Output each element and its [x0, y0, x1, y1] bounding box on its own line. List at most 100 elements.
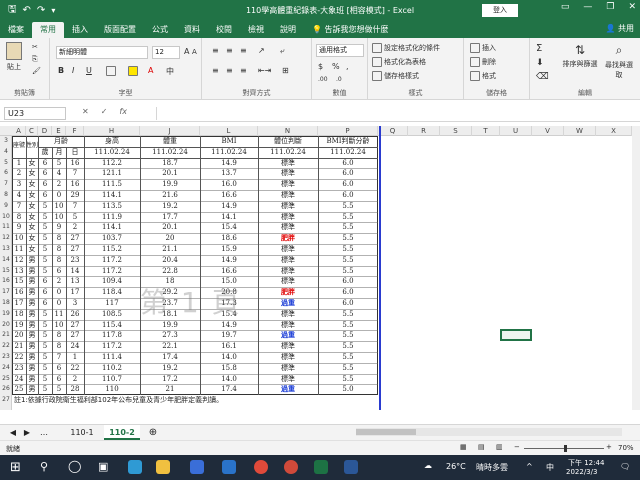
- merge-center-icon[interactable]: ⊞: [282, 66, 289, 75]
- tab-data[interactable]: 資料: [176, 22, 208, 38]
- copy-icon[interactable]: ⎘: [32, 55, 38, 64]
- prev-sheet-icon[interactable]: ◀: [8, 425, 18, 440]
- clear-icon[interactable]: ⌫: [536, 72, 549, 82]
- sheet-tab-110-1[interactable]: 110-1: [62, 425, 102, 440]
- decrease-font-icon[interactable]: A: [192, 48, 197, 56]
- align-center-icon[interactable]: ≡: [226, 66, 233, 75]
- comma-icon[interactable]: ,: [346, 62, 349, 71]
- increase-font-icon[interactable]: A: [184, 47, 189, 56]
- page-layout-icon[interactable]: ▤: [478, 443, 485, 451]
- row-header[interactable]: 18: [0, 298, 12, 309]
- clock-time[interactable]: 下午 12:44: [568, 458, 604, 468]
- row-header[interactable]: 6: [0, 168, 12, 179]
- row-header[interactable]: 22: [0, 341, 12, 352]
- task-view-icon[interactable]: ◯: [68, 459, 81, 473]
- column-header-u[interactable]: U: [500, 126, 532, 136]
- autosum-icon[interactable]: Σ: [536, 43, 542, 54]
- edge-icon[interactable]: [128, 460, 142, 474]
- align-middle-icon[interactable]: ≡: [226, 46, 233, 55]
- confirm-icon[interactable]: ✓: [101, 107, 108, 116]
- align-left-icon[interactable]: ≡: [212, 66, 219, 75]
- ribbon-display-icon[interactable]: ▭: [561, 2, 570, 12]
- tab-review[interactable]: 校閱: [208, 22, 240, 38]
- column-header-x[interactable]: X: [596, 126, 632, 136]
- phonetic-icon[interactable]: 中: [166, 66, 174, 77]
- save-icon[interactable]: 🖫: [8, 2, 17, 19]
- row-header[interactable]: 11: [0, 222, 12, 233]
- row-header[interactable]: 15: [0, 266, 12, 277]
- row-header[interactable]: 14: [0, 255, 12, 266]
- row-header[interactable]: 4: [0, 147, 12, 158]
- formula-input[interactable]: [156, 107, 636, 120]
- horizontal-scrollbar[interactable]: [356, 428, 622, 436]
- share-button[interactable]: 👤 共用: [605, 22, 634, 36]
- next-sheet-icon[interactable]: ▶: [22, 425, 32, 440]
- column-header-e[interactable]: E: [52, 126, 66, 136]
- column-header-v[interactable]: V: [532, 126, 564, 136]
- close-button[interactable]: ✕: [628, 2, 636, 12]
- sheet-tab-110-2[interactable]: 110-2: [104, 425, 140, 440]
- number-format-select[interactable]: 通用格式: [316, 44, 364, 57]
- row-header[interactable]: 23: [0, 352, 12, 363]
- row-header[interactable]: 19: [0, 309, 12, 320]
- column-header-s[interactable]: S: [440, 126, 472, 136]
- cell-styles-button[interactable]: 儲存格樣式: [372, 71, 419, 81]
- add-sheet-icon[interactable]: ⊕: [146, 425, 160, 440]
- row-header[interactable]: 21: [0, 330, 12, 341]
- widgets-icon[interactable]: ▣: [98, 460, 108, 473]
- restore-button[interactable]: ❐: [606, 2, 614, 12]
- zoom-level[interactable]: 70%: [618, 444, 634, 452]
- format-table-button[interactable]: 格式化為表格: [372, 57, 426, 67]
- align-bottom-icon[interactable]: ≡: [240, 46, 247, 55]
- zoom-in-icon[interactable]: +: [606, 443, 612, 451]
- delete-cells-button[interactable]: 刪除: [470, 57, 496, 67]
- sort-filter-button[interactable]: ⇅ 排序與篩選: [560, 43, 600, 69]
- vertical-scrollbar[interactable]: [632, 126, 640, 410]
- indent-icon[interactable]: ⇤⇥: [258, 66, 271, 75]
- tab-view[interactable]: 檢視: [240, 22, 272, 38]
- column-header-a[interactable]: A: [12, 126, 26, 136]
- column-header-h[interactable]: H: [84, 126, 140, 136]
- format-cells-button[interactable]: 格式: [470, 71, 496, 81]
- row-header[interactable]: 3: [0, 136, 12, 147]
- page-break-icon[interactable]: ▥: [496, 443, 503, 451]
- column-header-w[interactable]: W: [564, 126, 596, 136]
- column-header-j[interactable]: J: [140, 126, 200, 136]
- chrome-icon-2[interactable]: [284, 460, 298, 474]
- footnote[interactable]: 註1:依據行政院衛生福利部102年公布兒童及青少年肥胖定義判讀。: [12, 395, 372, 406]
- align-right-icon[interactable]: ≡: [240, 66, 247, 75]
- tab-home[interactable]: 常用: [32, 22, 64, 38]
- row-header[interactable]: 27: [0, 395, 12, 406]
- column-header-n[interactable]: N: [258, 126, 318, 136]
- tab-file[interactable]: 檔案: [0, 22, 32, 38]
- row-header[interactable]: 12: [0, 233, 12, 244]
- row-header[interactable]: 26: [0, 384, 12, 395]
- column-header-r[interactable]: R: [408, 126, 440, 136]
- tray-chevron-icon[interactable]: ^: [526, 462, 533, 471]
- paste-button[interactable]: 貼上: [6, 42, 22, 72]
- chrome-icon[interactable]: [254, 460, 268, 474]
- find-select-button[interactable]: ⌕ 尋找與選取: [602, 43, 636, 80]
- font-name-select[interactable]: 新細明體: [56, 46, 148, 59]
- decrease-decimal-icon[interactable]: .0: [336, 76, 342, 83]
- insert-cells-button[interactable]: 插入: [470, 43, 496, 53]
- column-header-l[interactable]: L: [200, 126, 258, 136]
- underline-button[interactable]: U: [86, 66, 92, 75]
- clock-date[interactable]: 2022/3/3: [566, 468, 597, 476]
- row-header[interactable]: 16: [0, 276, 12, 287]
- worksheet-grid[interactable]: ACDEFHJLNPQRSTUVWX 3 4 5 6 7 8 9 10 11 12 13 14 15 16…: [0, 126, 632, 410]
- tell-me-search[interactable]: 💡 告訴我您想做什麼: [308, 22, 393, 38]
- windows-start-icon[interactable]: ⊞: [10, 460, 21, 475]
- orientation-icon[interactable]: ↗: [258, 46, 265, 55]
- row-header[interactable]: 9: [0, 201, 12, 212]
- cancel-icon[interactable]: ✕: [82, 107, 89, 116]
- file-explorer-icon[interactable]: [156, 460, 170, 474]
- cut-icon[interactable]: ✂: [32, 43, 38, 51]
- more-sheets-icon[interactable]: …: [38, 425, 50, 440]
- column-header-d[interactable]: D: [38, 126, 52, 136]
- row-header[interactable]: 25: [0, 374, 12, 385]
- redo-icon[interactable]: ↷: [37, 5, 45, 16]
- tab-insert[interactable]: 插入: [64, 22, 96, 38]
- italic-button[interactable]: I: [72, 66, 74, 75]
- wrap-text-icon[interactable]: ⤶: [280, 46, 284, 56]
